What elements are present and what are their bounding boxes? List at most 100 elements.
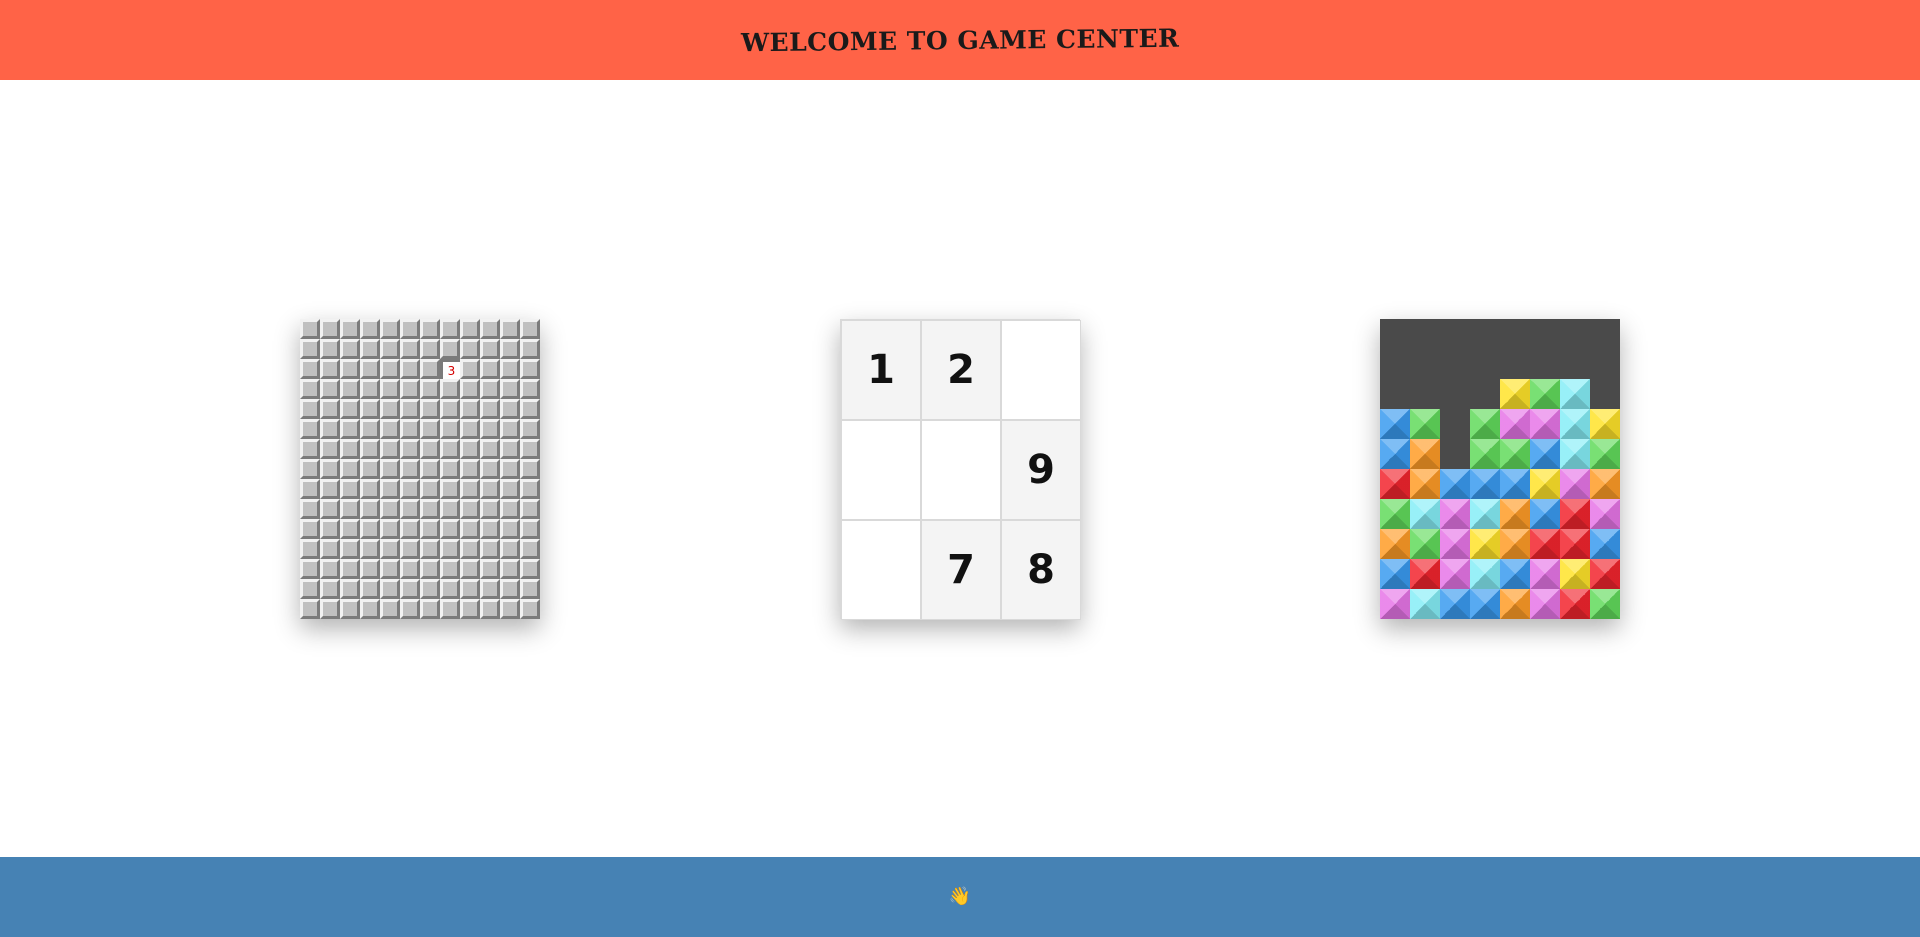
minesweeper-cell[interactable] bbox=[520, 439, 540, 459]
minesweeper-cell[interactable] bbox=[300, 379, 320, 399]
minesweeper-cell[interactable] bbox=[520, 379, 540, 399]
minesweeper-cell[interactable] bbox=[480, 559, 500, 579]
minesweeper-cell[interactable] bbox=[300, 559, 320, 579]
minesweeper-cell[interactable] bbox=[380, 579, 400, 599]
minesweeper-cell[interactable] bbox=[500, 319, 520, 339]
minesweeper-board[interactable]: 3 bbox=[300, 319, 540, 619]
minesweeper-cell[interactable] bbox=[500, 579, 520, 599]
minesweeper-cell[interactable] bbox=[400, 439, 420, 459]
minesweeper-cell[interactable] bbox=[340, 399, 360, 419]
minesweeper-cell[interactable] bbox=[460, 539, 480, 559]
minesweeper-cell[interactable] bbox=[460, 559, 480, 579]
puzzle-empty-slot[interactable] bbox=[1001, 320, 1081, 420]
minesweeper-cell[interactable] bbox=[380, 459, 400, 479]
minesweeper-cell[interactable] bbox=[440, 439, 460, 459]
minesweeper-cell[interactable] bbox=[500, 599, 520, 619]
minesweeper-cell[interactable] bbox=[420, 539, 440, 559]
minesweeper-cell[interactable] bbox=[440, 519, 460, 539]
minesweeper-cell[interactable] bbox=[400, 599, 420, 619]
minesweeper-cell[interactable] bbox=[520, 519, 540, 539]
sliding-puzzle-board[interactable]: 12978 bbox=[840, 319, 1081, 620]
minesweeper-cell[interactable] bbox=[380, 559, 400, 579]
minesweeper-cell[interactable] bbox=[360, 379, 380, 399]
minesweeper-cell[interactable] bbox=[320, 439, 340, 459]
block-puzzle-board[interactable] bbox=[1380, 319, 1620, 619]
minesweeper-cell[interactable] bbox=[480, 579, 500, 599]
minesweeper-cell[interactable] bbox=[340, 519, 360, 539]
minesweeper-cell[interactable] bbox=[440, 479, 460, 499]
minesweeper-cell[interactable] bbox=[420, 579, 440, 599]
minesweeper-cell[interactable] bbox=[360, 539, 380, 559]
minesweeper-cell[interactable] bbox=[300, 499, 320, 519]
minesweeper-cell[interactable] bbox=[360, 359, 380, 379]
minesweeper-cell[interactable] bbox=[500, 379, 520, 399]
minesweeper-cell[interactable] bbox=[460, 459, 480, 479]
minesweeper-cell[interactable] bbox=[420, 519, 440, 539]
minesweeper-cell[interactable] bbox=[360, 459, 380, 479]
minesweeper-cell[interactable] bbox=[420, 499, 440, 519]
minesweeper-cell[interactable] bbox=[340, 319, 360, 339]
minesweeper-cell[interactable] bbox=[440, 579, 460, 599]
minesweeper-cell[interactable] bbox=[400, 399, 420, 419]
minesweeper-cell[interactable] bbox=[420, 419, 440, 439]
minesweeper-cell[interactable] bbox=[500, 359, 520, 379]
minesweeper-cell[interactable] bbox=[480, 539, 500, 559]
minesweeper-cell[interactable] bbox=[400, 419, 420, 439]
minesweeper-cell[interactable] bbox=[520, 579, 540, 599]
minesweeper-cell[interactable] bbox=[340, 599, 360, 619]
minesweeper-cell[interactable] bbox=[420, 599, 440, 619]
minesweeper-cell[interactable] bbox=[460, 319, 480, 339]
minesweeper-cell[interactable] bbox=[320, 419, 340, 439]
minesweeper-cell[interactable] bbox=[420, 339, 440, 359]
minesweeper-cell[interactable] bbox=[340, 539, 360, 559]
minesweeper-cell[interactable] bbox=[320, 539, 340, 559]
puzzle-tile[interactable]: 8 bbox=[1001, 520, 1081, 620]
minesweeper-cell[interactable] bbox=[320, 519, 340, 539]
minesweeper-cell[interactable] bbox=[520, 479, 540, 499]
minesweeper-cell[interactable] bbox=[380, 479, 400, 499]
minesweeper-cell[interactable] bbox=[360, 399, 380, 419]
minesweeper-cell[interactable] bbox=[460, 379, 480, 399]
minesweeper-cell[interactable] bbox=[480, 359, 500, 379]
minesweeper-cell[interactable] bbox=[520, 359, 540, 379]
puzzle-empty-slot[interactable] bbox=[921, 420, 1001, 520]
sliding-puzzle-game-card[interactable]: 12978 bbox=[840, 319, 1081, 620]
minesweeper-cell[interactable] bbox=[320, 479, 340, 499]
minesweeper-cell[interactable] bbox=[500, 559, 520, 579]
minesweeper-cell[interactable] bbox=[440, 419, 460, 439]
minesweeper-cell[interactable] bbox=[480, 339, 500, 359]
minesweeper-cell[interactable] bbox=[520, 599, 540, 619]
minesweeper-cell[interactable] bbox=[500, 519, 520, 539]
minesweeper-cell[interactable] bbox=[520, 419, 540, 439]
puzzle-empty-slot[interactable] bbox=[841, 520, 921, 620]
minesweeper-cell[interactable] bbox=[360, 319, 380, 339]
minesweeper-cell[interactable] bbox=[360, 559, 380, 579]
minesweeper-cell[interactable] bbox=[380, 419, 400, 439]
minesweeper-cell[interactable] bbox=[460, 399, 480, 419]
minesweeper-cell[interactable] bbox=[420, 379, 440, 399]
minesweeper-cell[interactable] bbox=[480, 419, 500, 439]
minesweeper-cell[interactable] bbox=[340, 559, 360, 579]
minesweeper-cell[interactable] bbox=[400, 479, 420, 499]
minesweeper-cell[interactable] bbox=[460, 599, 480, 619]
minesweeper-cell[interactable] bbox=[340, 419, 360, 439]
minesweeper-cell[interactable] bbox=[360, 579, 380, 599]
minesweeper-cell[interactable] bbox=[460, 519, 480, 539]
minesweeper-cell[interactable] bbox=[440, 459, 460, 479]
minesweeper-cell[interactable] bbox=[460, 419, 480, 439]
minesweeper-cell[interactable] bbox=[460, 339, 480, 359]
minesweeper-cell[interactable] bbox=[400, 559, 420, 579]
minesweeper-cell[interactable] bbox=[380, 519, 400, 539]
minesweeper-cell[interactable] bbox=[500, 499, 520, 519]
minesweeper-cell[interactable] bbox=[300, 419, 320, 439]
puzzle-tile[interactable]: 9 bbox=[1001, 420, 1081, 520]
minesweeper-cell[interactable] bbox=[420, 439, 440, 459]
minesweeper-cell[interactable] bbox=[320, 399, 340, 419]
minesweeper-cell[interactable] bbox=[300, 459, 320, 479]
minesweeper-cell[interactable] bbox=[480, 379, 500, 399]
minesweeper-cell[interactable] bbox=[380, 379, 400, 399]
minesweeper-cell[interactable] bbox=[320, 579, 340, 599]
minesweeper-cell[interactable] bbox=[360, 499, 380, 519]
minesweeper-cell[interactable] bbox=[380, 499, 400, 519]
puzzle-tile[interactable]: 1 bbox=[841, 320, 921, 420]
